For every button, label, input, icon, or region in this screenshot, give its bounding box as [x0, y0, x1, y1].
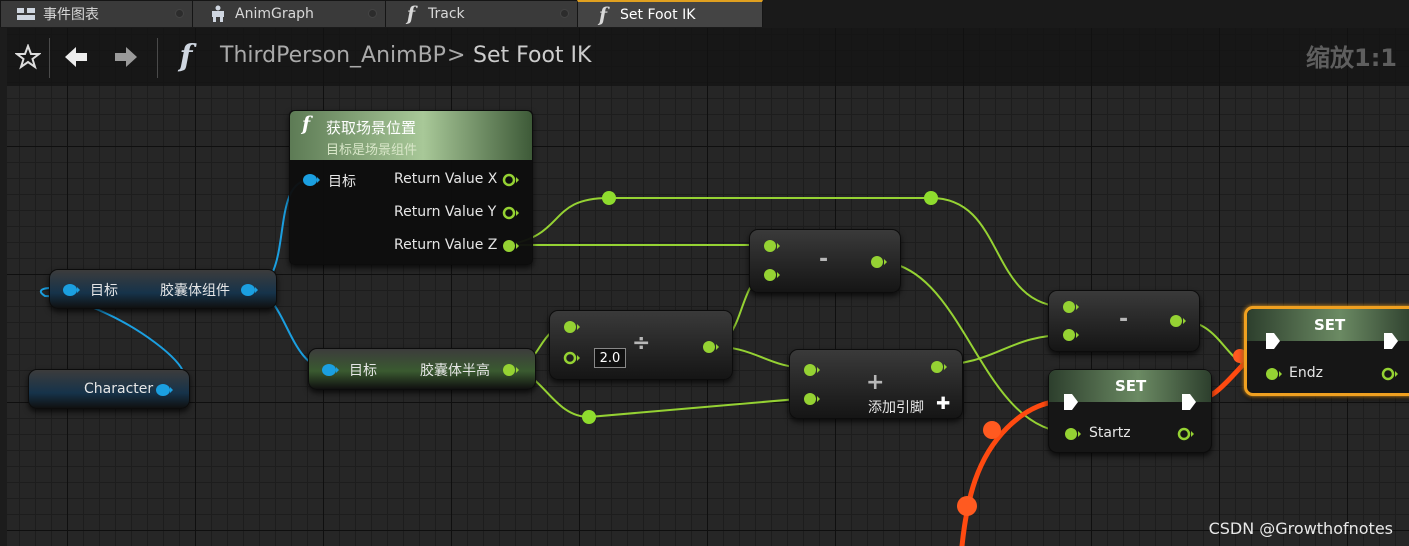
reroute-node — [582, 410, 596, 424]
float-pin-icon[interactable] — [502, 363, 520, 377]
tab-animgraph[interactable]: AnimGraph — [192, 0, 386, 27]
float-pin-icon[interactable] — [803, 363, 821, 377]
node-get-capsule-half-height[interactable]: 目标 胶囊体半高 — [308, 348, 536, 390]
exec-out-pin-icon[interactable] — [1180, 392, 1198, 412]
node-set-startz[interactable]: SET Startz — [1048, 369, 1212, 453]
float-pin-icon[interactable] — [870, 255, 888, 269]
zoom-level: 缩放1:1 — [1306, 44, 1397, 72]
node-divide[interactable]: 2.0 ÷ — [549, 310, 733, 380]
function-icon: f — [598, 3, 608, 26]
close-icon[interactable] — [368, 9, 377, 18]
float-pin-icon[interactable] — [1177, 427, 1195, 441]
node-get-world-location[interactable]: f 获取场景位置 目标是场景组件 目标 Return Value X Retur… — [289, 110, 533, 265]
object-pin-icon[interactable] — [241, 283, 259, 297]
exec-in-pin-icon[interactable] — [1264, 331, 1282, 351]
tab-label: AnimGraph — [235, 6, 314, 22]
node-character-variable[interactable]: Character — [28, 369, 190, 409]
float-pin-icon[interactable] — [502, 206, 520, 220]
add-pin-label[interactable]: 添加引脚 — [868, 397, 924, 417]
float-pin-icon[interactable] — [1381, 367, 1399, 381]
blueprint-graph-canvas[interactable]: f ThirdPerson_AnimBP > Set Foot IK 缩放1:1… — [7, 28, 1409, 546]
pin-label-target: 目标 — [90, 283, 118, 299]
subtract-symbol: - — [1119, 307, 1129, 332]
node-subtract-2[interactable]: - — [1048, 290, 1200, 352]
node-title: SET — [1314, 316, 1346, 334]
pin-label-target: 目标 — [349, 363, 377, 379]
divisor-input[interactable]: 2.0 — [594, 348, 626, 368]
exec-out-pin-icon[interactable] — [1382, 331, 1400, 351]
wire-reroute-to-sub2 — [930, 197, 1068, 308]
node-title: SET — [1115, 377, 1147, 395]
toolbar-separator — [49, 38, 50, 78]
exec-pulse-dot — [957, 496, 977, 516]
left-strip — [0, 28, 7, 546]
node-add[interactable]: + 添加引脚 ✚ — [789, 349, 963, 419]
pin-label-return-y: Return Value Y — [394, 204, 497, 220]
divide-symbol: ÷ — [632, 331, 651, 356]
pin-label-endz: Endz — [1289, 365, 1323, 381]
float-pin-icon[interactable] — [563, 351, 581, 365]
pin-label-startz: Startz — [1089, 425, 1131, 441]
node-get-capsule-component[interactable]: 目标 胶囊体组件 — [49, 269, 277, 309]
watermark: CSDN @Growthofnotes — [1208, 519, 1393, 538]
node-subtract-1[interactable]: - — [749, 229, 901, 293]
reroute-node — [924, 191, 938, 205]
reroute-node — [602, 191, 616, 205]
float-pin-icon[interactable] — [502, 173, 520, 187]
exec-pulse-dot — [983, 421, 1001, 439]
function-icon: f — [406, 3, 416, 25]
add-pin-plus-icon[interactable]: ✚ — [936, 394, 950, 414]
pin-label-return-x: Return Value X — [394, 171, 498, 187]
breadcrumb-separator: > — [447, 43, 466, 68]
add-symbol: + — [866, 370, 885, 395]
pin-label-return-z: Return Value Z — [394, 237, 498, 253]
float-pin-icon[interactable] — [1064, 427, 1082, 441]
node-set-endz[interactable]: SET Endz — [1244, 306, 1409, 396]
event-graph-icon — [15, 6, 37, 22]
float-pin-icon[interactable] — [763, 268, 781, 282]
tab-track[interactable]: f Track — [385, 0, 578, 27]
tab-label: Track — [428, 6, 465, 22]
close-icon[interactable] — [175, 9, 184, 18]
float-pin-icon[interactable] — [763, 239, 781, 253]
toolbar-separator — [157, 38, 158, 78]
pin-label-capsule-component: 胶囊体组件 — [160, 283, 230, 299]
variable-label-character: Character — [84, 381, 154, 397]
exec-in-pin-icon[interactable] — [1062, 392, 1080, 412]
wire-reroute-to-add — [588, 397, 810, 418]
graph-toolbar: f ThirdPerson_AnimBP > Set Foot IK 缩放1:1 — [7, 28, 1409, 86]
favorite-star-icon[interactable] — [15, 44, 41, 70]
subtract-symbol: - — [819, 247, 829, 272]
close-icon[interactable] — [560, 9, 569, 18]
node-subtitle: 目标是场景组件 — [326, 143, 418, 158]
object-pin-icon[interactable] — [156, 383, 174, 397]
float-pin-icon[interactable] — [1062, 328, 1080, 342]
object-pin-icon[interactable] — [63, 283, 81, 297]
tab-event-graph[interactable]: 事件图表 — [0, 0, 193, 27]
object-pin-icon[interactable] — [322, 363, 340, 377]
tab-bar: 事件图表 AnimGraph f Track f Set Foot IK — [0, 0, 1409, 28]
float-pin-icon[interactable] — [563, 320, 581, 334]
float-pin-icon[interactable] — [803, 392, 821, 406]
float-pin-icon[interactable] — [1062, 300, 1080, 314]
object-pin-icon[interactable] — [303, 173, 321, 187]
anim-graph-icon — [207, 5, 229, 23]
node-title: 获取场景位置 — [326, 119, 417, 137]
float-pin-icon[interactable] — [1265, 367, 1283, 381]
tab-label: 事件图表 — [43, 7, 99, 23]
function-icon: f — [302, 113, 311, 135]
pin-label-half-height: 胶囊体半高 — [420, 363, 490, 379]
float-pin-icon[interactable] — [1169, 314, 1187, 328]
forward-arrow-icon[interactable] — [111, 42, 141, 72]
function-icon: f — [179, 38, 193, 74]
pin-label-target: 目标 — [328, 174, 356, 190]
float-pin-icon[interactable] — [702, 340, 720, 354]
breadcrumb-function: Set Foot IK — [473, 43, 592, 68]
breadcrumb-blueprint[interactable]: ThirdPerson_AnimBP — [220, 43, 446, 68]
tab-label: Set Foot IK — [620, 6, 696, 23]
back-arrow-icon[interactable] — [61, 42, 91, 72]
tab-set-foot-ik[interactable]: f Set Foot IK — [577, 0, 763, 27]
float-pin-icon[interactable] — [930, 360, 948, 374]
float-pin-icon[interactable] — [502, 239, 520, 253]
